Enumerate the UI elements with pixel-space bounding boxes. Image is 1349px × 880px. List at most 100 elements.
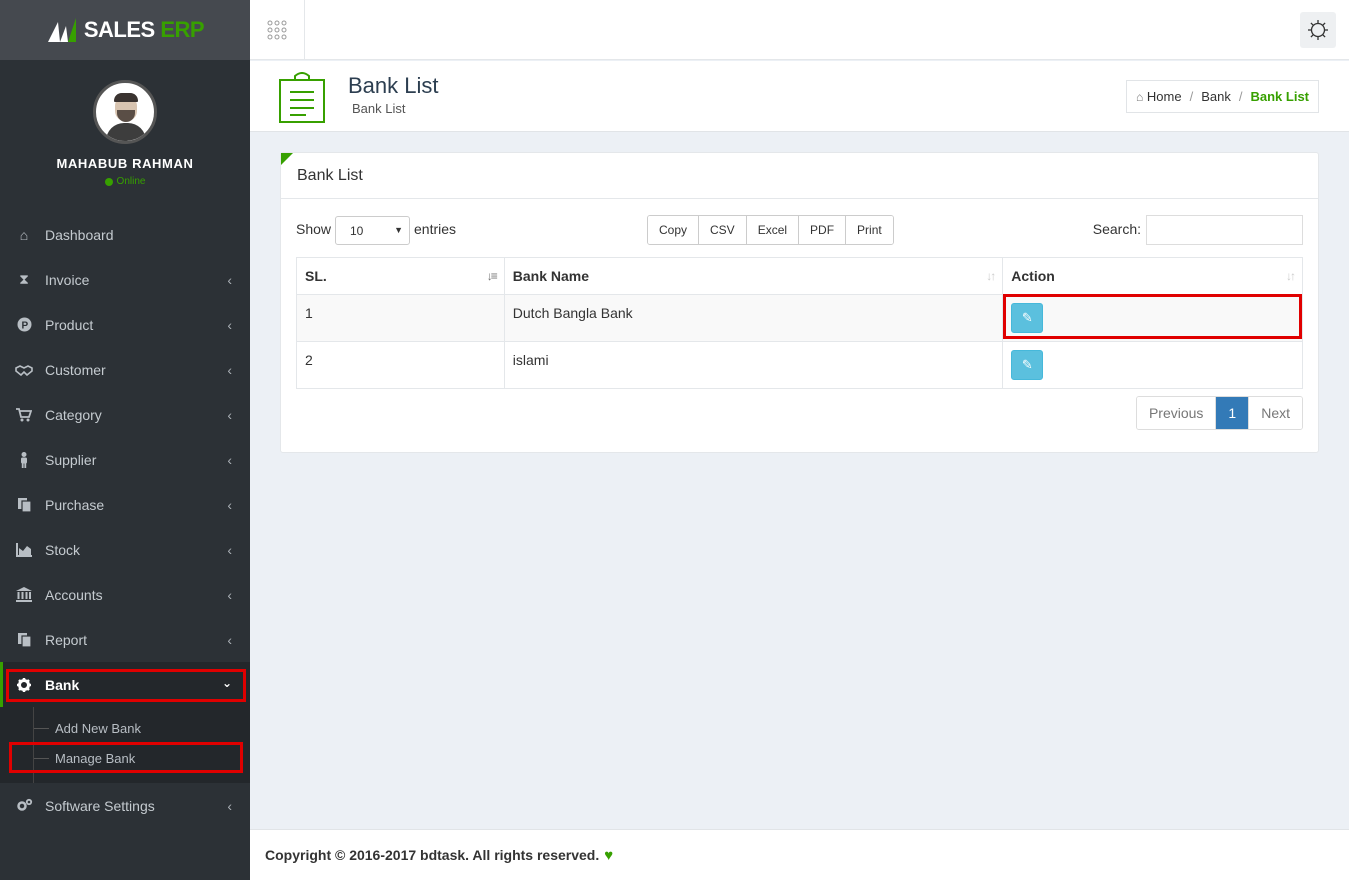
panel-title: Bank List (281, 153, 1318, 199)
chevron-left-icon: ‹ (227, 452, 232, 468)
chart-icon (15, 542, 33, 558)
footer: Copyright © 2016-2017 bdtask. All rights… (250, 829, 1349, 880)
chevron-left-icon: ‹ (227, 407, 232, 423)
cell-action: ✎ (1002, 341, 1303, 389)
svg-text:P: P (21, 321, 28, 332)
table-header-row: SL. ↓≡ Bank Name ↓↑ Action ↓↑ (296, 257, 1303, 295)
chevron-left-icon: ‹ (227, 542, 232, 558)
table-controls: Show 10 ▼ entries Copy CSV Excel PDF Pri… (296, 215, 1303, 245)
chevron-left-icon: ‹ (227, 632, 232, 648)
cell-bank-name: Dutch Bangla Bank (503, 294, 1004, 342)
highlight-bank-menu (6, 669, 246, 702)
report-icon (15, 632, 33, 648)
chevron-left-icon: ‹ (227, 272, 232, 288)
sidebar-item-category[interactable]: Category ‹ (0, 392, 250, 437)
settings-button[interactable] (1300, 12, 1336, 48)
sidebar-item-supplier[interactable]: Supplier ‹ (0, 437, 250, 482)
heart-icon: ♥ (604, 846, 614, 864)
column-header-action[interactable]: Action ↓↑ (1002, 257, 1303, 295)
column-header-bank-name[interactable]: Bank Name ↓↑ (503, 257, 1004, 295)
sidebar-item-stock[interactable]: Stock ‹ (0, 527, 250, 572)
breadcrumb-bank[interactable]: Bank (1201, 89, 1231, 104)
chevron-left-icon: ‹ (227, 317, 232, 333)
submenu-item-add-new-bank[interactable]: Add New Bank (0, 713, 250, 743)
apps-grid-button[interactable] (250, 0, 305, 60)
content-header: Bank List Bank List ⌂ Home / Bank / Bank… (250, 61, 1349, 132)
grid-icon (267, 20, 287, 40)
brand-name: SALES ERP (83, 17, 205, 42)
column-header-sl[interactable]: SL. ↓≡ (296, 257, 505, 295)
sidebar-item-software-settings[interactable]: Software Settings ‹ (0, 783, 250, 828)
cell-bank-name: islami (503, 341, 1004, 389)
home-icon: ⌂ (19, 226, 29, 243)
sidebar: SALES ERP MAHABUB RAHMAN Online ⌂ Dashbo… (0, 0, 250, 880)
sidebar-menu: ⌂ Dashboard ⧗ Invoice ‹ P Product ‹ Cust… (0, 212, 250, 828)
sidebar-item-report[interactable]: Report ‹ (0, 617, 250, 662)
chevron-left-icon: ‹ (227, 798, 232, 814)
chevron-left-icon: ‹ (227, 362, 232, 378)
breadcrumb-home[interactable]: ⌂ Home (1136, 89, 1182, 104)
user-status: Online (0, 176, 250, 187)
copy-icon (15, 497, 33, 513)
sidebar-item-customer[interactable]: Customer ‹ (0, 347, 250, 392)
gears-icon (15, 798, 33, 814)
search-label: Search: (1092, 221, 1141, 237)
sort-icon: ↓↑ (986, 269, 996, 283)
search-input[interactable] (1146, 215, 1303, 245)
sort-icon: ↓↑ (1286, 269, 1296, 283)
cell-sl: 1 (296, 294, 505, 342)
page-subtitle: Bank List (352, 101, 406, 116)
cart-icon (15, 407, 33, 423)
cell-sl: 2 (296, 341, 505, 389)
excel-button[interactable]: Excel (746, 216, 800, 244)
pagination: Previous 1 Next (1135, 396, 1303, 430)
home-icon: ⌂ (1136, 90, 1144, 104)
bank-list-panel: Bank List Show 10 ▼ entries Copy CSV Exc… (280, 152, 1319, 453)
entries-select[interactable]: 10 ▼ (335, 216, 410, 245)
logo-icon (47, 18, 76, 42)
copy-button[interactable]: Copy (648, 216, 700, 244)
sidebar-item-purchase[interactable]: Purchase ‹ (0, 482, 250, 527)
handshake-icon (15, 362, 33, 378)
breadcrumb-separator: / (1238, 89, 1243, 104)
chevron-left-icon: ‹ (227, 497, 232, 513)
pdf-button[interactable]: PDF (799, 216, 847, 244)
brand-logo[interactable]: SALES ERP (0, 0, 250, 60)
pagination-page-1[interactable]: 1 (1216, 397, 1250, 429)
export-button-group: Copy CSV Excel PDF Print (647, 215, 894, 245)
page-title: Bank List (348, 73, 439, 98)
sidebar-item-dashboard[interactable]: ⌂ Dashboard (0, 212, 250, 257)
breadcrumb: ⌂ Home / Bank / Bank List (1126, 80, 1319, 113)
panel-corner-accent (281, 153, 293, 165)
show-label: Show (296, 221, 332, 237)
highlight-manage-bank (9, 742, 243, 773)
highlight-edit-action (1003, 294, 1302, 339)
pagination-next[interactable]: Next (1249, 397, 1302, 429)
caret-down-icon: ▼ (394, 225, 403, 235)
csv-button[interactable]: CSV (699, 216, 747, 244)
avatar (93, 80, 157, 144)
pencil-icon: ✎ (1021, 357, 1033, 372)
table-row: 2 islami ✎ (296, 341, 1303, 389)
sidebar-item-invoice[interactable]: ⧗ Invoice ‹ (0, 257, 250, 302)
top-navbar (250, 0, 1349, 60)
print-button[interactable]: Print (846, 216, 893, 244)
entries-label: entries (414, 221, 457, 237)
clipboard-icon (279, 72, 325, 123)
person-icon (15, 451, 33, 468)
online-dot-icon (104, 177, 113, 186)
breadcrumb-current: Bank List (1250, 89, 1309, 104)
sidebar-item-product[interactable]: P Product ‹ (0, 302, 250, 347)
edit-button[interactable]: ✎ (1011, 350, 1044, 380)
sort-asc-icon: ↓≡ (486, 269, 498, 283)
breadcrumb-separator: / (1189, 89, 1194, 104)
hourglass-icon: ⧗ (19, 271, 29, 287)
user-name: MAHABUB RAHMAN (56, 156, 194, 171)
product-icon: P (15, 317, 33, 333)
settings-gear-icon (1308, 20, 1328, 40)
chevron-left-icon: ‹ (227, 587, 232, 603)
copyright-text: Copyright © 2016-2017 bdtask. All rights… (265, 847, 600, 863)
bank-icon (15, 587, 33, 603)
sidebar-item-accounts[interactable]: Accounts ‹ (0, 572, 250, 617)
pagination-previous[interactable]: Previous (1136, 397, 1217, 429)
